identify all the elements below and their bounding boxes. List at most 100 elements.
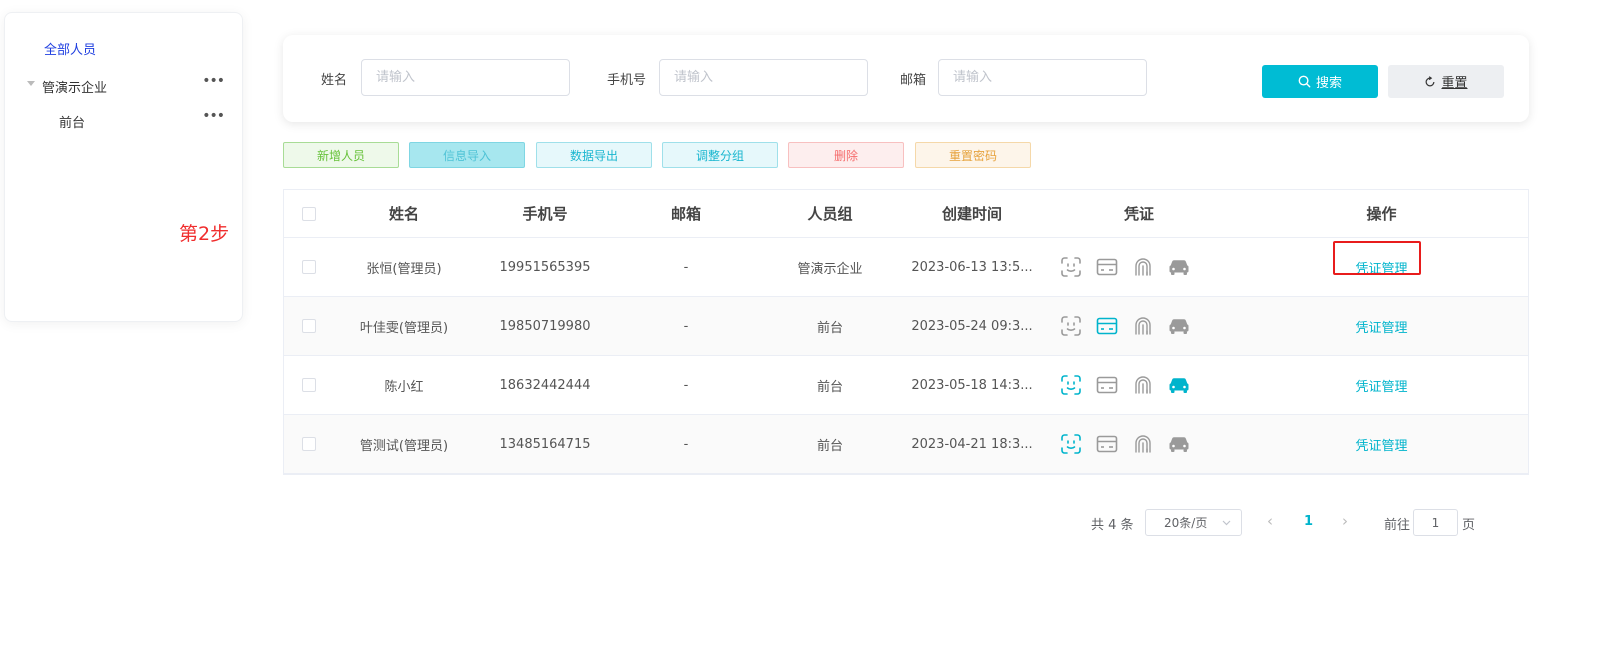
select-all-cell <box>294 190 324 237</box>
face-recognition-icon <box>1059 373 1083 397</box>
cell-name: 陈小红 <box>384 379 424 395</box>
cell-email: - <box>683 436 689 452</box>
cell-email: - <box>683 377 689 393</box>
page-size-value: 20条/页 <box>1164 516 1208 530</box>
import-info-button[interactable]: 信息导入 <box>409 142 525 168</box>
row-select-cell <box>294 297 324 355</box>
caret-down-icon[interactable] <box>27 81 35 86</box>
credential-manage-link[interactable]: 凭证管理 <box>1355 435 1407 454</box>
row-select-cell <box>294 238 324 296</box>
phone-input[interactable] <box>659 59 868 96</box>
cell-name: 管测试(管理员) <box>359 438 449 454</box>
reset-password-button[interactable]: 重置密码 <box>915 142 1031 168</box>
pagination-total: 共 4 条 <box>1091 518 1134 533</box>
tree-item-front-desk[interactable]: 前台 ••• <box>45 108 227 132</box>
chevron-down-icon <box>1222 520 1231 526</box>
cell-email: - <box>683 318 689 334</box>
cell-group: 管演示企业 <box>797 261 863 277</box>
cell-email: - <box>683 259 689 275</box>
row-select-cell <box>294 356 324 414</box>
search-panel: 姓名 手机号 邮箱 搜索 重置 <box>283 35 1529 122</box>
cell-phone: 18632442444 <box>499 377 591 393</box>
table-row: 管测试(管理员) 13485164715 - 前台 2023-04-21 18:… <box>284 415 1528 474</box>
cell-name: 叶佳雯(管理员) <box>359 320 449 336</box>
header-email: 邮箱 <box>670 205 701 223</box>
more-icon[interactable]: ••• <box>202 73 225 89</box>
cell-created-time: 2023-05-18 14:3... <box>911 377 1033 393</box>
row-checkbox[interactable] <box>302 319 316 333</box>
cell-group: 前台 <box>816 438 843 454</box>
search-icon <box>1298 75 1311 88</box>
group-tree-panel: 全部人员 管演示企业 ••• 前台 ••• 第2步 <box>4 12 243 322</box>
row-select-cell <box>294 415 324 473</box>
step-annotation: 第2步 <box>179 223 230 245</box>
tree-item-label: 前台 <box>59 116 86 131</box>
email-label: 邮箱 <box>900 73 927 88</box>
search-button-label: 搜索 <box>1315 75 1342 90</box>
credential-manage-link[interactable]: 凭证管理 <box>1355 376 1407 395</box>
add-person-button[interactable]: 新增人员 <box>283 142 399 168</box>
car-icon <box>1167 255 1191 279</box>
tree-item-demo-company[interactable]: 管演示企业 ••• <box>27 73 227 97</box>
fingerprint-icon <box>1131 314 1155 338</box>
cell-created-time: 2023-06-13 13:5... <box>911 259 1033 275</box>
table-row: 叶佳雯(管理员) 19850719980 - 前台 2023-05-24 09:… <box>284 297 1528 356</box>
face-recognition-icon <box>1059 255 1083 279</box>
cell-credentials <box>1059 415 1219 473</box>
goto-page-input[interactable] <box>1413 509 1458 536</box>
cell-credentials <box>1059 356 1219 414</box>
card-icon <box>1095 432 1119 456</box>
cell-group: 前台 <box>816 320 843 336</box>
table-row: 张恒(管理员) 19951565395 - 管演示企业 2023-06-13 1… <box>284 238 1528 297</box>
next-page-icon[interactable]: › <box>1342 512 1348 530</box>
credential-manage-link[interactable]: 凭证管理 <box>1333 240 1422 277</box>
header-created-time: 创建时间 <box>941 205 1002 223</box>
export-data-button[interactable]: 数据导出 <box>536 142 652 168</box>
card-icon <box>1095 314 1119 338</box>
car-icon <box>1167 314 1191 338</box>
cell-created-time: 2023-05-24 09:3... <box>911 318 1033 334</box>
cell-phone: 19850719980 <box>499 318 591 334</box>
cell-operation: 凭证管理 <box>1309 356 1454 414</box>
reset-button-label: 重置 <box>1441 75 1468 90</box>
current-page-number[interactable]: 1 <box>1304 514 1313 529</box>
email-input[interactable] <box>938 59 1147 96</box>
fingerprint-icon <box>1131 255 1155 279</box>
credential-manage-link[interactable]: 凭证管理 <box>1355 317 1407 336</box>
name-label: 姓名 <box>321 73 348 88</box>
row-checkbox[interactable] <box>302 437 316 451</box>
car-icon <box>1167 373 1191 397</box>
cell-group: 前台 <box>816 379 843 395</box>
table-row: 陈小红 18632442444 - 前台 2023-05-18 14:3... … <box>284 356 1528 415</box>
people-table: 姓名 手机号 邮箱 人员组 创建时间 凭证 操作 张恒(管理员) 1995156… <box>283 189 1529 475</box>
header-phone: 手机号 <box>522 205 568 223</box>
page-size-select[interactable]: 20条/页 <box>1145 509 1242 536</box>
cell-name: 张恒(管理员) <box>366 261 442 277</box>
row-checkbox[interactable] <box>302 260 316 274</box>
name-input[interactable] <box>361 59 570 96</box>
cell-created-time: 2023-04-21 18:3... <box>911 436 1033 452</box>
tree-item-all-staff[interactable]: 全部人员 <box>44 39 96 58</box>
refresh-icon <box>1426 75 1435 86</box>
header-operation: 操作 <box>1366 205 1397 223</box>
row-checkbox[interactable] <box>302 378 316 392</box>
cell-operation: 凭证管理 <box>1309 297 1454 355</box>
face-recognition-icon <box>1059 432 1083 456</box>
search-button[interactable]: 搜索 <box>1262 65 1378 98</box>
cell-credentials <box>1059 238 1219 296</box>
cell-credentials <box>1059 297 1219 355</box>
delete-button[interactable]: 删除 <box>788 142 904 168</box>
cell-operation: 凭证管理 <box>1309 415 1454 473</box>
goto-label: 前往 <box>1384 518 1411 533</box>
header-name: 姓名 <box>388 205 419 223</box>
phone-label: 手机号 <box>607 73 647 88</box>
select-all-checkbox[interactable] <box>302 206 316 221</box>
more-icon[interactable]: ••• <box>202 108 225 124</box>
cell-phone: 13485164715 <box>499 436 591 452</box>
adjust-group-button[interactable]: 调整分组 <box>662 142 778 168</box>
cell-phone: 19951565395 <box>499 259 591 275</box>
header-group: 人员组 <box>807 205 853 223</box>
table-header-row: 姓名 手机号 邮箱 人员组 创建时间 凭证 操作 <box>284 190 1528 238</box>
reset-button[interactable]: 重置 <box>1388 65 1504 98</box>
prev-page-icon[interactable]: ‹ <box>1267 512 1273 530</box>
